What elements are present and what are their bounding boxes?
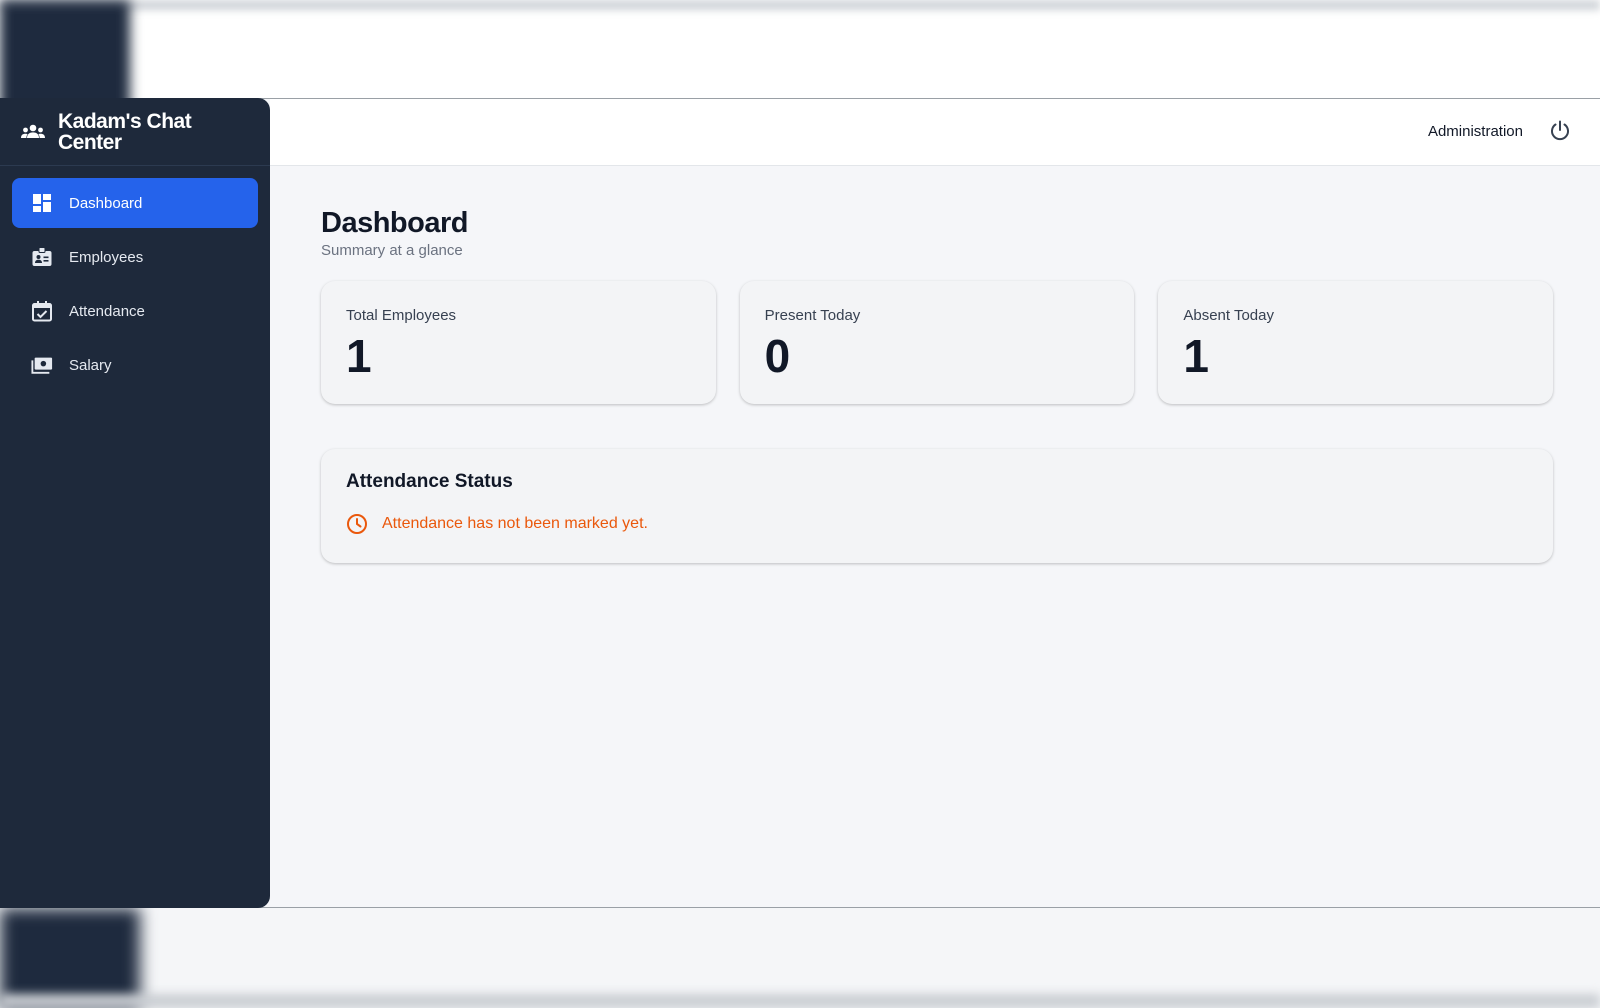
sidebar-item-label: Employees (69, 248, 144, 266)
badge-icon (31, 246, 53, 268)
background-lower-area (0, 908, 1600, 1008)
payments-icon (31, 354, 53, 376)
sidebar-item-label: Salary (69, 356, 112, 374)
attendance-status-message: Attendance has not been marked yet. (346, 513, 1528, 535)
sidebar-item-label: Dashboard (69, 194, 143, 212)
dashboard-icon (31, 192, 53, 214)
stat-label: Total Employees (346, 307, 457, 324)
stat-label: Present Today (764, 307, 861, 324)
page-title: Dashboard (321, 207, 468, 239)
brand: Kadam's Chat Center (0, 98, 270, 166)
sidebar-item-dashboard[interactable]: Dashboard (12, 178, 258, 228)
admin-label[interactable]: Administration (1428, 123, 1523, 140)
stat-label: Absent Today (1183, 307, 1274, 324)
stats-row: Total Employees 1 Present Today 0 Absent… (321, 281, 1554, 404)
attendance-status-title: Attendance Status (346, 471, 513, 492)
calendar-check-icon (31, 300, 53, 322)
power-icon[interactable] (1548, 119, 1572, 143)
stat-card-absent-today: Absent Today 1 (1158, 281, 1554, 404)
stat-value: 1 (1183, 330, 1209, 382)
background-lower-sidebar-shadow (0, 908, 140, 1008)
brand-name: Kadam's Chat Center (58, 109, 192, 154)
stat-card-total-employees: Total Employees 1 (321, 281, 716, 404)
stat-value: 1 (346, 330, 372, 382)
app-window: Kadam's Chat Center Dashboard Employees … (0, 98, 1600, 908)
top-bar: Administration (270, 99, 1600, 166)
sidebar-item-label: Attendance (69, 302, 145, 320)
group-icon (20, 122, 46, 142)
stat-card-present-today: Present Today 0 (739, 281, 1135, 404)
sidebar-item-attendance[interactable]: Attendance (12, 286, 258, 336)
background-bottom-strip (0, 994, 1600, 1008)
stat-value: 0 (764, 330, 791, 382)
attendance-status-card: Attendance Status Attendance has not bee… (321, 449, 1553, 563)
sidebar-item-employees[interactable]: Employees (12, 232, 258, 282)
background-top-strip (0, 0, 1600, 10)
attendance-status-text: Attendance has not been marked yet. (382, 515, 648, 532)
sidebar: Kadam's Chat Center Dashboard Employees … (0, 98, 270, 908)
sidebar-item-salary[interactable]: Salary (12, 340, 258, 390)
page-subtitle: Summary at a glance (321, 242, 463, 259)
clock-icon (346, 513, 368, 535)
main-content: Dashboard Summary at a glance Total Empl… (321, 207, 1554, 563)
sidebar-nav: Dashboard Employees Attendance Salary (0, 166, 270, 390)
